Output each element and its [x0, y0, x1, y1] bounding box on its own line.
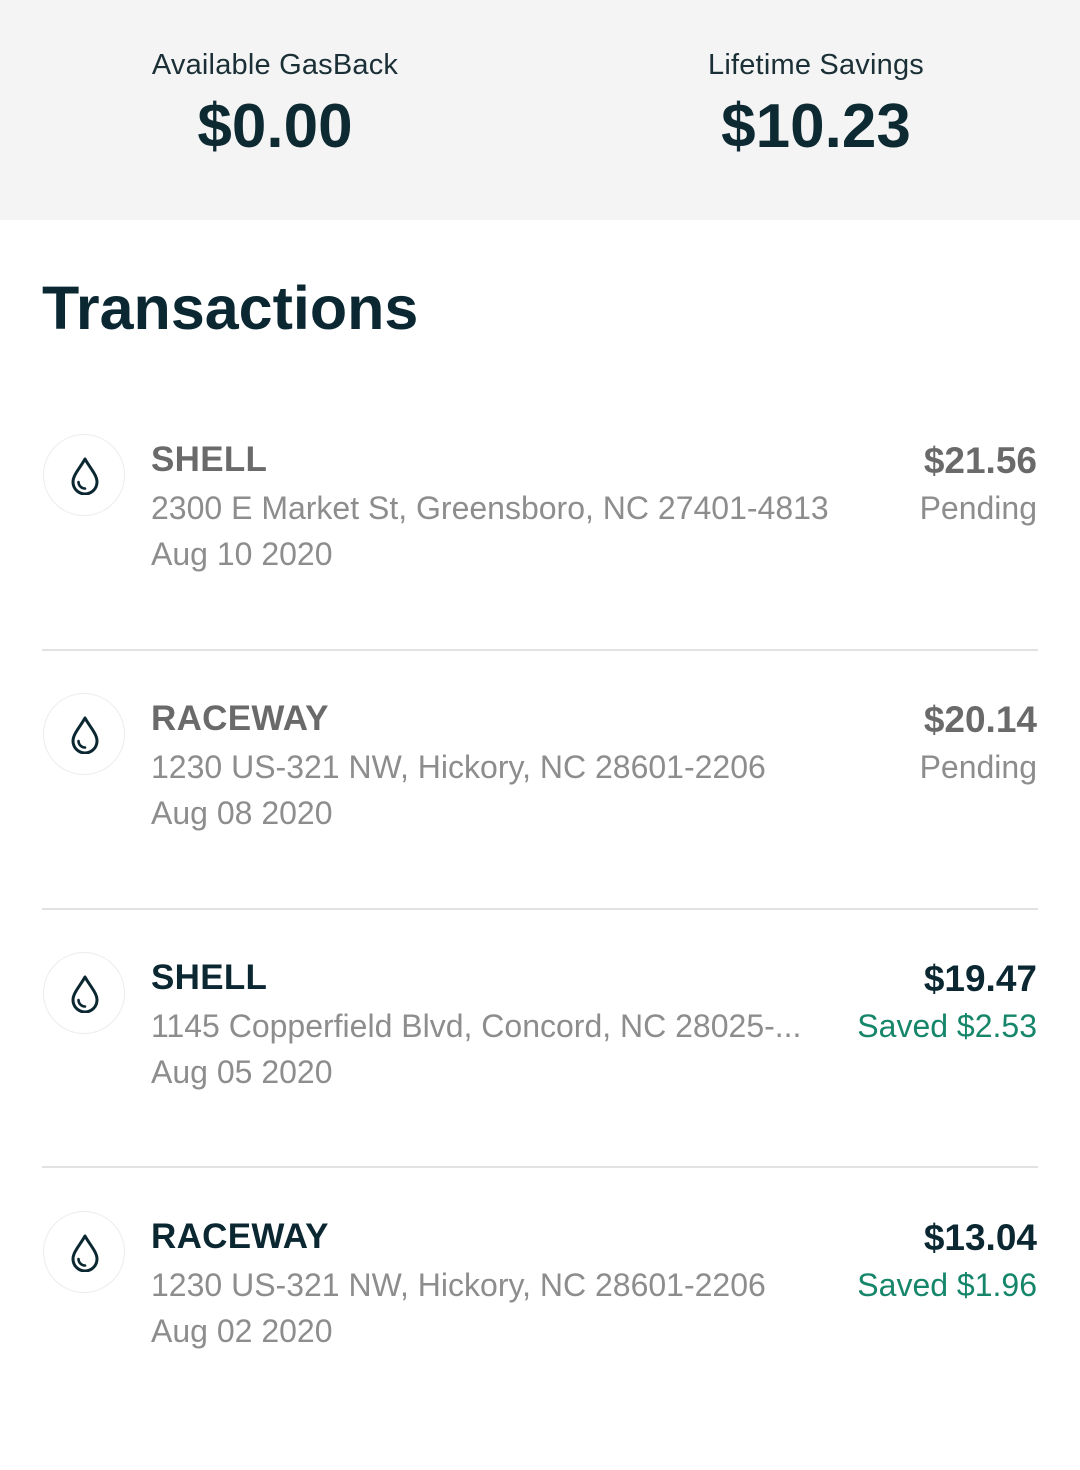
- merchant-address: 1145 Copperfield Blvd, Concord, NC 28025…: [151, 1008, 802, 1044]
- transaction-status: Saved $2.53: [857, 1008, 1037, 1044]
- row-divider: [42, 1166, 1038, 1168]
- merchant-name: RACEWAY: [151, 699, 329, 738]
- transaction-row[interactable]: SHELL 2300 E Market St, Greensboro, NC 2…: [0, 434, 1080, 693]
- fuel-drop-icon: [43, 1211, 125, 1293]
- transaction-status: Saved $1.96: [857, 1267, 1037, 1303]
- fuel-drop-icon: [43, 952, 125, 1034]
- merchant-name: RACEWAY: [151, 1217, 329, 1256]
- merchant-address: 2300 E Market St, Greensboro, NC 27401-4…: [151, 490, 829, 526]
- transaction-date: Aug 02 2020: [151, 1313, 333, 1349]
- transaction-amount: $13.04: [923, 1217, 1037, 1258]
- transaction-row[interactable]: SHELL 1145 Copperfield Blvd, Concord, NC…: [0, 952, 1080, 1211]
- fuel-drop-icon: [43, 693, 125, 775]
- transaction-date: Aug 05 2020: [151, 1054, 333, 1090]
- row-divider: [42, 908, 1038, 910]
- transaction-amount: $19.47: [923, 958, 1037, 999]
- merchant-name: SHELL: [151, 440, 268, 479]
- transaction-status: Pending: [919, 490, 1037, 526]
- merchant-address: 1230 US-321 NW, Hickory, NC 28601-2206: [151, 1267, 766, 1303]
- transaction-amount: $21.56: [923, 440, 1037, 481]
- merchant-name: SHELL: [151, 958, 268, 997]
- transaction-date: Aug 08 2020: [151, 795, 333, 831]
- transaction-row[interactable]: RACEWAY 1230 US-321 NW, Hickory, NC 2860…: [0, 1211, 1080, 1470]
- row-divider: [42, 649, 1038, 651]
- transaction-date: Aug 10 2020: [151, 536, 333, 572]
- fuel-drop-icon: [43, 434, 125, 516]
- transaction-list: SHELL 2300 E Market St, Greensboro, NC 2…: [0, 0, 1080, 1409]
- merchant-address: 1230 US-321 NW, Hickory, NC 28601-2206: [151, 749, 766, 785]
- transaction-status: Pending: [919, 749, 1037, 785]
- transaction-amount: $20.14: [923, 699, 1037, 740]
- transaction-row[interactable]: RACEWAY 1230 US-321 NW, Hickory, NC 2860…: [0, 693, 1080, 952]
